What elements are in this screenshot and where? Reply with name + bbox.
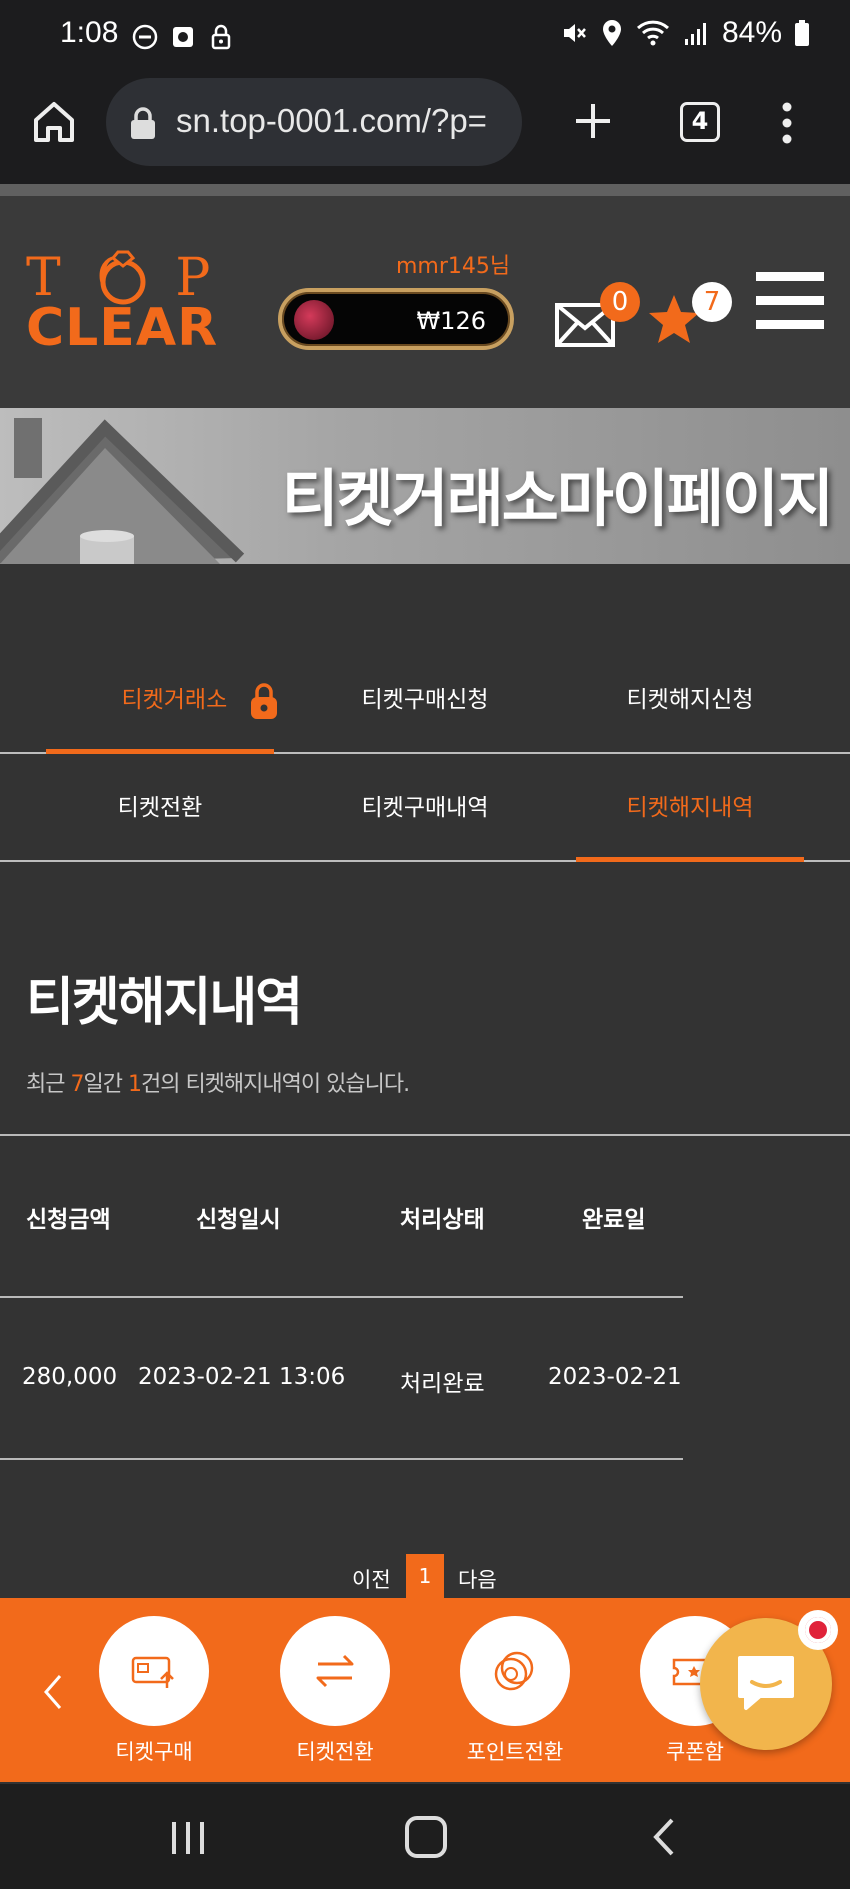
summary-count: 1 [127,1072,142,1097]
quick-point-convert-label: 포인트전환 [466,1740,564,1764]
star-count-badge: 7 [692,282,732,322]
house-illustration [0,418,245,564]
quick-ticket-convert-circle [280,1616,390,1726]
tab-label: 티켓거래소 [121,687,228,713]
balance-amount: ₩126 [416,307,486,335]
app-root: 1:08 84% sn.top-0001.com/?p= 4 TOP [0,0,850,1889]
cell-complete-date: 2023-02-21 [548,1364,682,1390]
logo-bottom-text: CLEAR [26,298,219,358]
home-icon[interactable] [30,98,78,146]
status-left-icons [132,24,234,50]
tab-ticket-cancel-request[interactable]: 티켓해지신청 [590,680,790,714]
new-tab-icon[interactable] [570,98,616,144]
url-text: sn.top-0001.com/?p= [176,102,487,139]
browser-separator [0,184,850,196]
gem-icon [294,300,334,340]
pagination-prev[interactable]: 이전 [352,1564,391,1594]
tab-ticket-exchange[interactable]: 티켓거래소 [100,680,300,720]
chat-notification-dot [798,1610,838,1650]
tab-switcher-button[interactable]: 4 [680,102,720,142]
wifi-icon [636,20,669,46]
active-tab-underline-row1 [46,749,274,754]
status-bar: 1:08 84% [0,0,850,72]
username[interactable]: mmr145님 [396,248,510,280]
recent-apps-icon[interactable] [168,1818,208,1858]
tab-ticket-cancel-history[interactable]: 티켓해지내역 [590,788,790,822]
system-home-icon[interactable] [405,1816,447,1858]
pagination-current-page[interactable]: 1 [406,1554,444,1598]
tab-label: 티켓해지내역 [626,795,754,821]
exchange-icon [316,1654,354,1688]
status-time: 1:08 [60,16,119,49]
status-right: 84% [560,16,810,50]
address-bar[interactable]: sn.top-0001.com/?p= [106,78,522,166]
cell-status: 처리완료 [400,1371,485,1397]
battery-icon [795,20,809,46]
col-header-status: 처리상태 [400,1207,485,1233]
site-header: TOP CLEAR mmr145님 ₩126 0 7 [0,196,850,408]
site-logo[interactable]: TOP CLEAR [26,248,219,358]
section-divider [0,1134,850,1136]
browser-toolbar: sn.top-0001.com/?p= 4 [0,72,850,184]
col-header-request-date: 신청일시 [196,1207,281,1233]
summary-days: 7 [70,1072,84,1097]
banner-title: 티켓거래소마이페이지 [281,462,834,535]
mail-count-badge: 0 [600,282,640,322]
col-header-complete-date: 완료일 [582,1207,646,1233]
section-title: 티켓해지내역 [26,973,303,1033]
signal-icon [684,23,706,45]
col-header-amount: 신청금액 [26,1207,111,1233]
lock-badge-icon [250,682,277,719]
tab-label: 티켓구매신청 [361,687,489,713]
pagination-next[interactable]: 다음 [458,1564,497,1594]
table-header-divider [0,1296,683,1298]
tab-label: 티켓전환 [117,795,203,821]
tab-label: 티켓해지신청 [626,687,754,713]
coins-icon [494,1651,534,1691]
more-options-icon[interactable] [772,100,802,146]
screenshot-icon [173,27,193,47]
cell-request-date: 2023-02-21 13:06 [138,1364,346,1390]
quick-ticket-buy-circle [99,1616,209,1726]
table-row-divider [0,1458,683,1460]
do-not-disturb-icon [132,24,158,50]
balance-pill[interactable]: ₩126 [278,288,514,350]
chat-bubble-icon [738,1656,794,1710]
tab-ticket-purchase-history[interactable]: 티켓구매내역 [325,788,525,822]
page-banner: 티켓거래소마이페이지 [0,408,850,564]
system-back-icon[interactable] [650,1816,676,1858]
quick-ticket-convert[interactable]: 티켓전환 [280,1616,390,1776]
chevron-left-icon[interactable] [40,1672,64,1712]
system-navigation-bar [0,1784,850,1889]
tab-label: 티켓구매내역 [361,795,489,821]
quick-point-convert[interactable]: 포인트전환 [460,1616,570,1776]
pagination: 이전 1 다음 [0,1554,850,1598]
location-icon [602,20,621,46]
active-tab-underline-row2 [576,857,804,862]
ticket-buy-icon [131,1656,174,1688]
quick-ticket-buy-label: 티켓구매 [115,1740,193,1764]
quick-ticket-convert-label: 티켓전환 [296,1740,374,1764]
lock-status-icon [211,24,231,50]
lock-icon [131,107,155,139]
tab-ticket-conversion[interactable]: 티켓전환 [60,788,260,822]
battery-percent: 84% [721,16,782,49]
cell-amount: 280,000 [22,1364,118,1390]
quick-ticket-buy[interactable]: 티켓구매 [99,1616,209,1776]
summary-text: 최근 7일간 1건의 티켓해지내역이 있습니다. [26,1072,410,1097]
hamburger-menu-icon[interactable] [756,272,824,329]
mute-icon [563,24,586,42]
quick-point-convert-circle [460,1616,570,1726]
tab-ticket-purchase-request[interactable]: 티켓구매신청 [325,680,525,714]
